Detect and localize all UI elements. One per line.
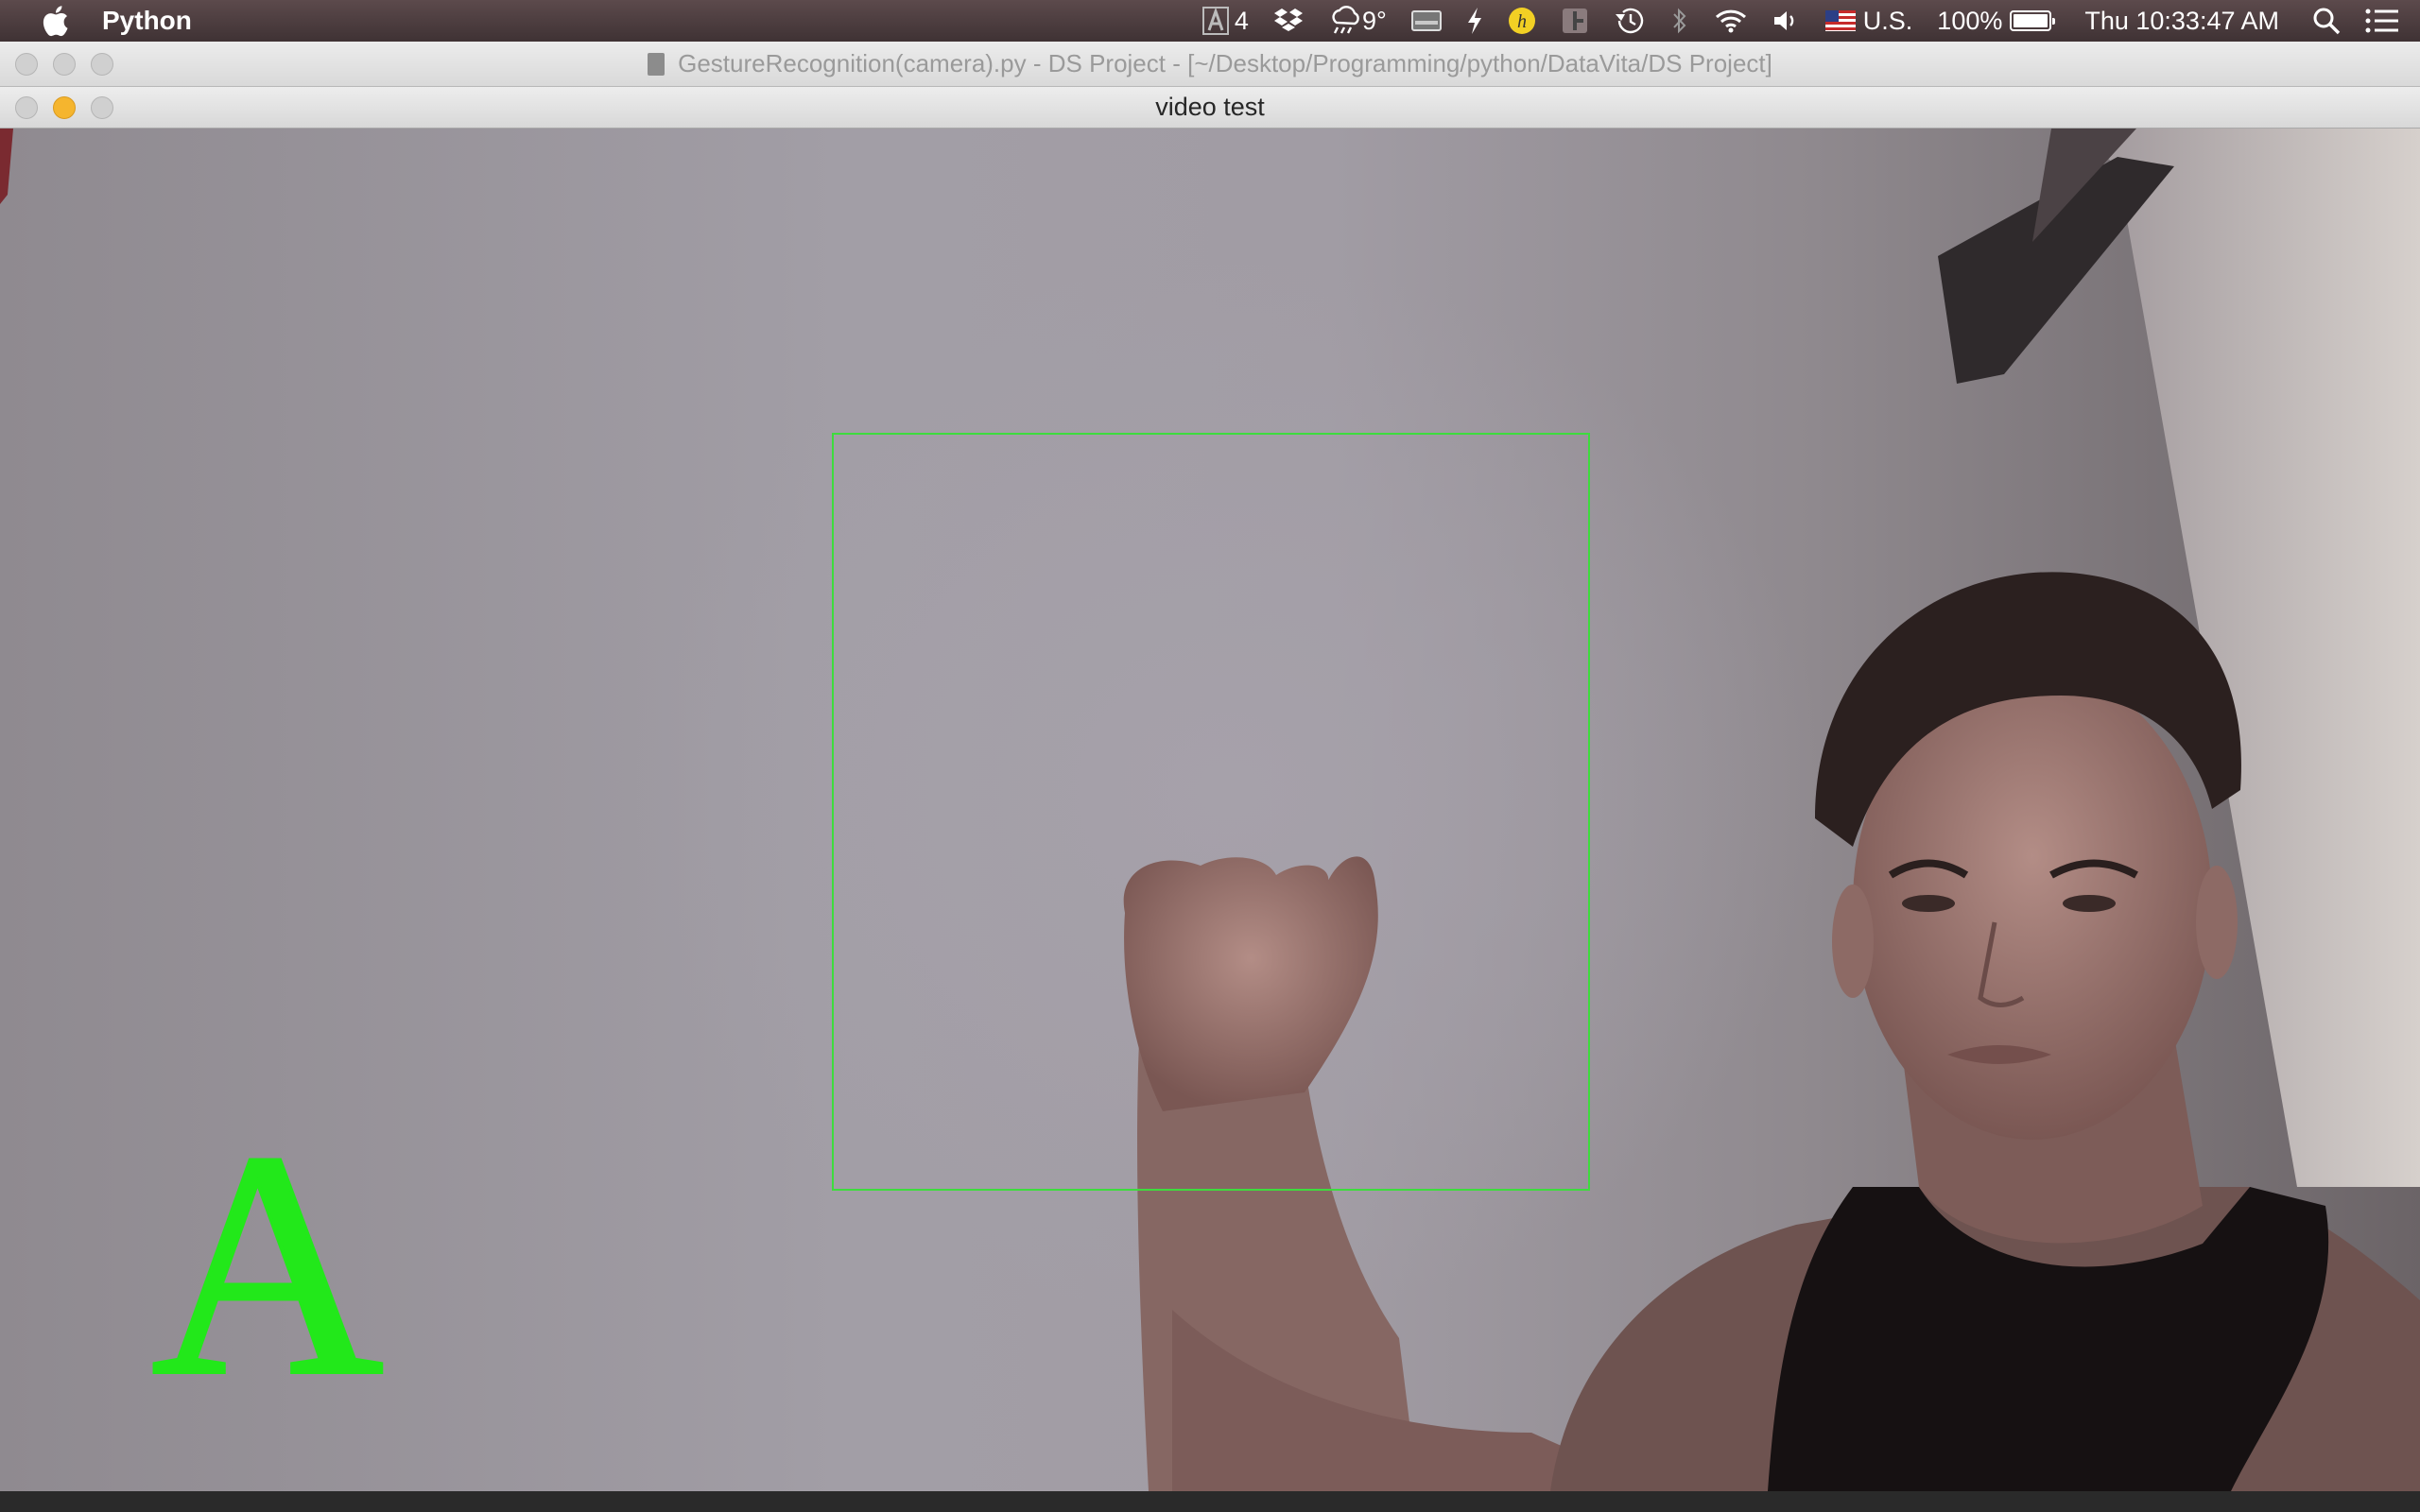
document-icon: [648, 52, 666, 76]
time-machine-icon[interactable]: [1614, 0, 1646, 42]
minimize-button[interactable]: [53, 52, 76, 76]
dock-strip: [0, 1491, 2420, 1512]
app-name-menu[interactable]: Python: [102, 6, 192, 36]
battery-menu[interactable]: 100%: [1937, 0, 2056, 42]
adobe-icon: [1201, 7, 1229, 35]
zoom-button[interactable]: [91, 95, 113, 119]
hazel-icon[interactable]: h: [1508, 0, 1536, 42]
status-icon[interactable]: [1561, 0, 1589, 42]
battery-percent: 100%: [1937, 6, 2003, 35]
close-button[interactable]: [15, 52, 38, 76]
detected-letter: A: [149, 1086, 386, 1442]
video-window-titlebar[interactable]: video test: [0, 87, 2420, 129]
red-edge-object: [0, 129, 13, 204]
camera-feed: A: [0, 129, 2420, 1491]
clock[interactable]: Thu 10:33:47 AM: [2084, 0, 2279, 42]
left-eye: [1902, 895, 1955, 912]
spotlight-icon[interactable]: [2312, 0, 2341, 42]
close-button[interactable]: [15, 95, 38, 119]
wifi-icon[interactable]: [1714, 0, 1748, 42]
apple-icon[interactable]: [36, 2, 74, 40]
adobe-menu[interactable]: 4: [1201, 0, 1249, 42]
left-ear: [1832, 885, 1874, 998]
ide-window-titlebar[interactable]: GestureRecognition(camera).py - DS Proje…: [0, 42, 2420, 87]
temperature-label: 9°: [1361, 6, 1387, 35]
video-traffic-lights: [15, 95, 113, 119]
ide-traffic-lights: [15, 52, 113, 76]
flag-icon: [1824, 10, 1856, 31]
menu-bar: Python 4 9° h U.S. 100% Thu 10:33:47 AM: [0, 0, 2420, 42]
flash-icon[interactable]: [1466, 0, 1483, 42]
input-source-menu[interactable]: U.S.: [1824, 0, 1913, 42]
svg-text:h: h: [1517, 11, 1527, 32]
battery-icon: [2010, 10, 2056, 31]
weather-icon: [1328, 6, 1362, 36]
dropbox-icon[interactable]: [1273, 0, 1304, 42]
bluetooth-icon[interactable]: [1670, 0, 1689, 42]
input-source-label: U.S.: [1862, 6, 1913, 35]
ide-window-title: GestureRecognition(camera).py - DS Proje…: [678, 49, 1772, 77]
right-ear: [2196, 866, 2238, 979]
volume-icon[interactable]: [1772, 0, 1801, 42]
roi-box: [832, 433, 1590, 1191]
weather-menu[interactable]: 9°: [1328, 0, 1387, 42]
adobe-count: 4: [1234, 6, 1249, 35]
notification-center-icon[interactable]: [2365, 0, 2399, 42]
minimize-button[interactable]: [53, 95, 76, 119]
video-window-title: video test: [1155, 93, 1265, 121]
zoom-button[interactable]: [91, 52, 113, 76]
menu-extra-icon[interactable]: [1410, 0, 1442, 42]
right-eye: [2063, 895, 2116, 912]
